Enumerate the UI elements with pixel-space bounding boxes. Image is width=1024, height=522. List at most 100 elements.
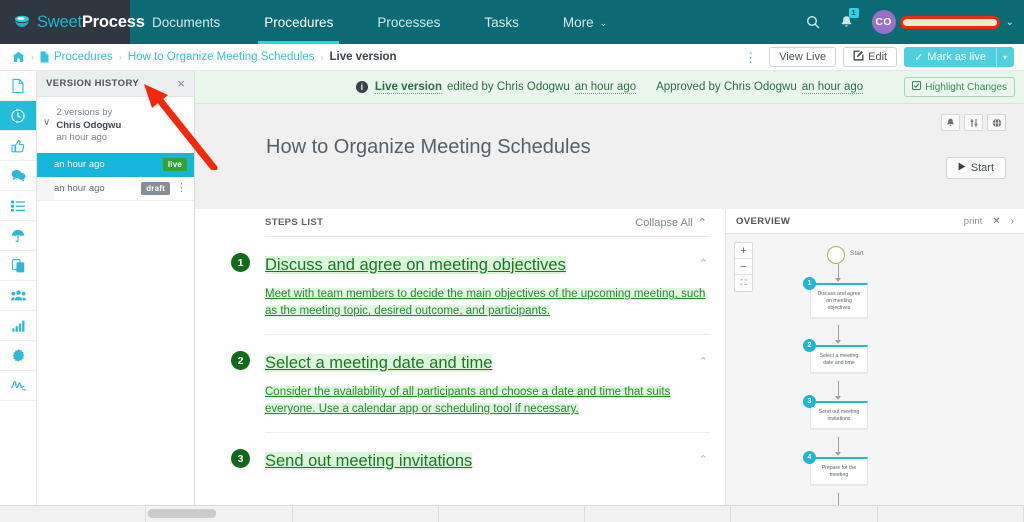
- chevron-right-icon[interactable]: ›: [1011, 216, 1014, 227]
- info-icon: i: [355, 81, 368, 93]
- view-live-button-label: View Live: [779, 51, 827, 63]
- mark-as-live-label: Mark as live: [927, 51, 986, 63]
- flow-arrow-icon: [835, 396, 841, 400]
- horizontal-scrollbar-thumb[interactable]: [148, 509, 216, 518]
- bottom-cell: [0, 505, 147, 522]
- step-number-badge: 1: [231, 253, 250, 272]
- rail-item-document[interactable]: [0, 71, 36, 101]
- gear-icon: [12, 349, 24, 362]
- notice-edited-time: an hour ago: [574, 80, 637, 94]
- rail-item-settings[interactable]: [0, 341, 36, 371]
- bell-icon[interactable]: 1: [830, 0, 864, 44]
- flow-node-number: 1: [803, 277, 816, 290]
- sliders-icon[interactable]: [964, 114, 983, 131]
- nav-item-documents[interactable]: Documents: [130, 0, 242, 44]
- version-group-time: an hour ago: [56, 132, 108, 143]
- nav-item-more[interactable]: More ⌄: [541, 0, 629, 44]
- chevron-down-icon[interactable]: ∨: [43, 117, 50, 145]
- breadcrumb-item-document[interactable]: How to Organize Meeting Schedules: [128, 51, 315, 63]
- highlight-changes-button[interactable]: Highlight Changes: [904, 77, 1015, 97]
- notice-approved-time: an hour ago: [801, 80, 864, 94]
- chevron-up-icon: ⌃: [697, 217, 707, 229]
- chevron-up-icon[interactable]: ⌃: [699, 453, 708, 466]
- main-content: i Live version edited by Chris Odogwu an…: [195, 71, 1024, 505]
- version-group-author: Chris Odogwu: [56, 119, 122, 131]
- rail-item-duplicate[interactable]: [0, 251, 36, 281]
- rail-item-comments[interactable]: [0, 161, 36, 191]
- steps-inner: STEPS LIST Collapse All ⌃ 1 Discuss and …: [195, 209, 725, 487]
- rail-item-policies[interactable]: [0, 221, 36, 251]
- chevron-down-icon[interactable]: ⌄: [1006, 17, 1014, 28]
- view-live-button[interactable]: View Live: [769, 47, 837, 67]
- breadcrumb-item-procedures[interactable]: Procedures: [54, 51, 113, 63]
- step-item: 3 Send out meeting invitations ⌃: [231, 433, 710, 487]
- flow-node-label: Send out meeting invitations: [818, 409, 860, 422]
- search-icon[interactable]: [796, 0, 830, 44]
- rail-item-tasks[interactable]: [0, 191, 36, 221]
- more-options-kebab-icon[interactable]: ⋮: [739, 51, 762, 64]
- flow-node[interactable]: 3 Send out meeting invitations: [803, 395, 868, 429]
- notice-live-version-link[interactable]: Live version: [374, 81, 442, 94]
- breadcrumb-item-current: Live version: [329, 51, 397, 63]
- version-group-text: 2 versions by Chris Odogwu an hour ago: [56, 107, 121, 145]
- document-icon: [12, 78, 24, 93]
- step-body-text: Consider the availability of all partici…: [265, 386, 671, 415]
- step-title[interactable]: Send out meeting invitations: [265, 452, 473, 470]
- copy-icon: [11, 258, 24, 272]
- step-title[interactable]: Discuss and agree on meeting objectives: [265, 256, 566, 274]
- nav-item-procedures[interactable]: Procedures: [242, 0, 355, 44]
- collapse-all-button[interactable]: Collapse All ⌃: [635, 216, 707, 230]
- brand-logo[interactable]: SweetProcess: [0, 0, 145, 44]
- notice-edited-by: edited by Chris Odogwu: [446, 81, 570, 93]
- steps-pane: STEPS LIST Collapse All ⌃ 1 Discuss and …: [195, 209, 725, 505]
- version-row-live[interactable]: an hour ago live: [37, 152, 194, 177]
- version-row-draft[interactable]: an hour ago draft ⋮: [37, 176, 194, 201]
- flow-node[interactable]: 1 Discuss and agree on meeting objective…: [803, 277, 868, 318]
- start-button[interactable]: Start: [945, 157, 1006, 179]
- edit-button-label: Edit: [868, 51, 888, 63]
- step-title[interactable]: Select a meeting date and time: [265, 354, 493, 372]
- chevron-up-icon[interactable]: ⌃: [699, 355, 708, 368]
- app-window: SweetProcess Documents Procedures Proces…: [0, 0, 1024, 522]
- avatar[interactable]: CO: [871, 10, 896, 34]
- version-group-count: 2 versions by: [56, 107, 113, 118]
- flow-node[interactable]: 2 Select a meeting date and time: [803, 339, 868, 373]
- mark-as-live-button[interactable]: ✓ Mark as live: [904, 47, 996, 67]
- print-button[interactable]: print: [964, 216, 982, 227]
- rail-item-reports[interactable]: [0, 311, 36, 341]
- bell-icon[interactable]: [941, 114, 960, 131]
- version-row-kebab-icon[interactable]: ⋮: [176, 182, 187, 193]
- rail-item-approvals[interactable]: [0, 131, 36, 161]
- start-button-label: Start: [970, 162, 994, 174]
- home-icon[interactable]: [12, 51, 25, 63]
- flow-node[interactable]: 4 Prepare for the meeting: [803, 451, 868, 485]
- version-group[interactable]: ∨ 2 versions by Chris Odogwu an hour ago: [37, 97, 194, 153]
- globe-icon[interactable]: [987, 114, 1006, 131]
- bottom-scrollbar-bar[interactable]: [0, 505, 1024, 522]
- close-icon[interactable]: ×: [177, 77, 185, 90]
- process-flow-diagram[interactable]: Start 1 Discuss and agree on meeting obj…: [726, 234, 1024, 505]
- rail-item-teams[interactable]: [0, 281, 36, 311]
- status-badge-live: live: [162, 158, 187, 171]
- chevron-down-icon: ⌄: [599, 17, 608, 28]
- flow-connector: [838, 325, 839, 341]
- step-body: Meet with team members to decide the mai…: [265, 286, 710, 320]
- rail-item-signatures[interactable]: [0, 371, 36, 401]
- expand-icon[interactable]: ✕: [992, 216, 1000, 227]
- step-number-badge: 2: [231, 351, 250, 370]
- brand-name-part1: Sweet: [37, 12, 82, 31]
- nav-item-processes[interactable]: Processes: [355, 0, 462, 44]
- username-redaction-annotation: [899, 15, 1000, 29]
- rail-item-version-history[interactable]: [0, 101, 36, 131]
- notice-text: i Live version edited by Chris Odogwu an…: [355, 80, 864, 94]
- pencil-icon: [853, 50, 864, 64]
- mark-as-live-dropdown-caret-icon[interactable]: ▾: [995, 47, 1014, 67]
- flow-arrow-icon: [835, 340, 841, 344]
- flow-connector: [838, 493, 839, 505]
- chevron-up-icon[interactable]: ⌃: [699, 257, 708, 270]
- nav-item-tasks[interactable]: Tasks: [462, 0, 541, 44]
- top-navigation-bar: SweetProcess Documents Procedures Proces…: [0, 0, 1024, 44]
- bottom-cell: [878, 505, 1024, 522]
- flow-node-label: Prepare for the meeting: [821, 465, 857, 478]
- edit-button[interactable]: Edit: [843, 47, 898, 67]
